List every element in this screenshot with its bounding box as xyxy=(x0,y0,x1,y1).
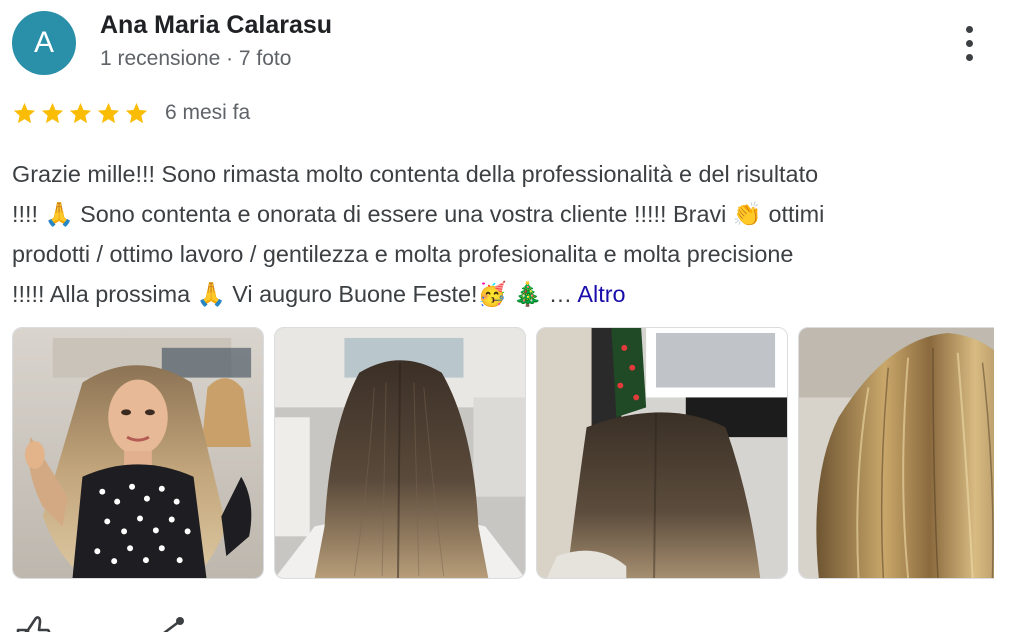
review-text-line: Grazie mille!!! Sono rimasta molto conte… xyxy=(12,161,819,187)
star-icon xyxy=(97,102,120,123)
star-icon xyxy=(41,102,64,123)
photo-hair-side-highlights xyxy=(799,328,994,578)
review-text-line-content: !!!!! Alla prossima 🙏 Vi auguro Buone Fe… xyxy=(12,281,573,307)
more-options-icon[interactable] xyxy=(953,24,987,64)
review-text-line: !!!!! Alla prossima 🙏 Vi auguro Buone Fe… xyxy=(12,274,997,314)
review-text: Grazie mille!!! Sono rimasta molto conte… xyxy=(12,154,997,314)
star-icon xyxy=(13,102,36,123)
share-icon[interactable] xyxy=(150,612,190,632)
review-text-line: prodotti / ottimo lavoro / gentilezza e … xyxy=(12,241,794,267)
review-photo-2[interactable] xyxy=(274,327,526,579)
author-avatar[interactable]: A xyxy=(12,11,76,75)
more-link[interactable]: Altro xyxy=(577,281,625,307)
review-photo-3[interactable] xyxy=(536,327,788,579)
photo-hair-back-dark xyxy=(275,328,525,578)
review-actions xyxy=(12,612,212,632)
author-name[interactable]: Ana Maria Calarasu xyxy=(100,11,332,40)
photo-hair-back-salon xyxy=(537,328,787,578)
photo-woman-long-hair xyxy=(13,328,263,578)
star-rating xyxy=(12,101,149,126)
rating-row: 6 mesi fa xyxy=(12,98,250,128)
author-meta: 1 recensione · 7 foto xyxy=(100,47,292,70)
thumb-up-icon[interactable] xyxy=(12,612,52,632)
star-icon xyxy=(69,102,92,123)
review-photo-4[interactable] xyxy=(798,327,994,579)
review-date: 6 mesi fa xyxy=(165,101,251,124)
review-text-line: !!!! 🙏 Sono contenta e onorata di essere… xyxy=(12,201,825,227)
star-icon xyxy=(125,102,148,123)
photo-strip xyxy=(12,327,994,581)
review-photo-1[interactable] xyxy=(12,327,264,579)
review-card: A Ana Maria Calarasu 1 recensione · 7 fo… xyxy=(0,0,1012,632)
